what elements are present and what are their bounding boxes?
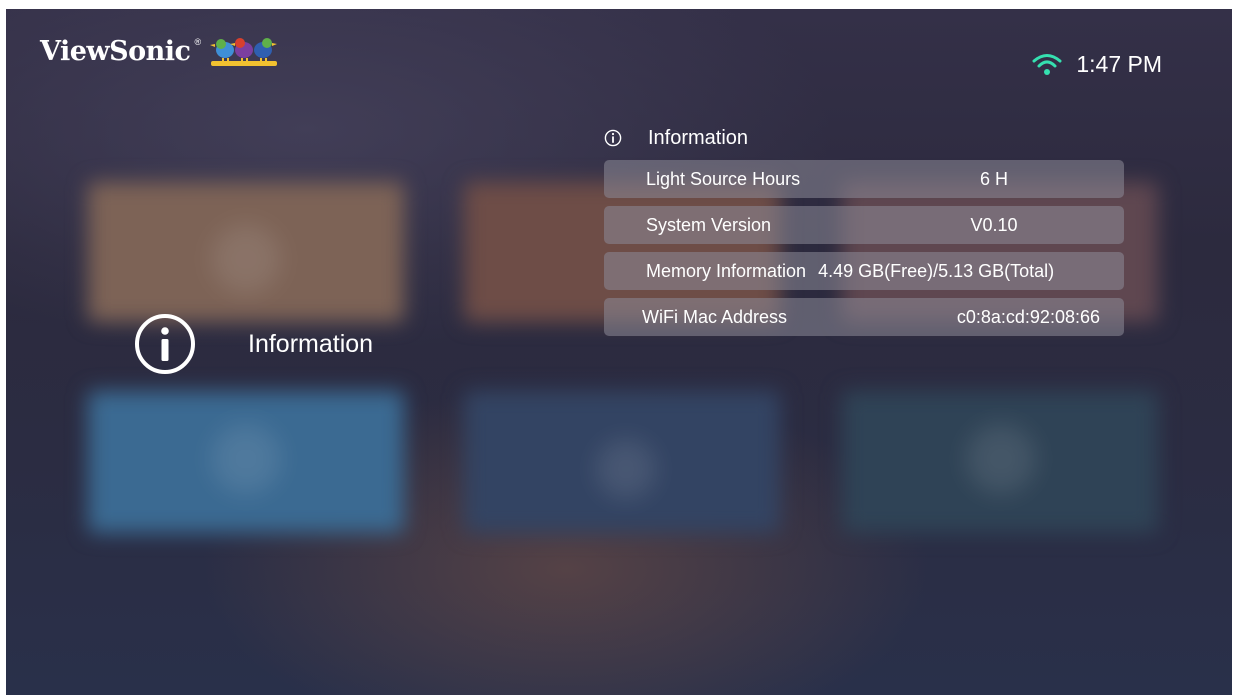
brand-logo: ViewSonic ®: [40, 31, 279, 71]
row-value: 6 H: [979, 168, 1009, 189]
projector-screen: ViewSonic ® 1:47 PM Information Informat…: [6, 9, 1232, 695]
row-value: 4.49 GB(Free)/5.13 GB(Total): [818, 260, 1055, 281]
info-icon: [604, 129, 622, 147]
panel-title: Information: [648, 126, 749, 149]
information-panel: Information Light Source Hours 6 H Syste…: [604, 124, 1124, 344]
info-row-wifi-mac-address[interactable]: WiFi Mac Address c0:8a:cd:92:08:66 ‌: [604, 298, 1124, 336]
background-tile-glyph: [966, 424, 1036, 494]
status-bar: 1:47 PM: [1032, 51, 1162, 78]
registered-mark: ®: [194, 37, 202, 47]
selected-menu-item[interactable]: Information: [134, 313, 373, 375]
row-label: Light Source Hours: [646, 168, 801, 189]
background-tile-glyph: [596, 439, 656, 499]
row-label: System Version: [646, 214, 772, 235]
background-tile-glyph: [211, 424, 281, 494]
row-value: c0:8a:cd:92:08:66: [956, 307, 1100, 327]
info-row-memory-information[interactable]: Memory Information 4.49 GB(Free)/5.13 GB…: [604, 252, 1124, 290]
info-icon: [135, 314, 195, 374]
row-label: WiFi Mac Address: [642, 307, 788, 327]
info-row-light-source-hours[interactable]: Light Source Hours 6 H: [604, 160, 1124, 198]
menu-item-label: Information: [248, 329, 374, 358]
info-row-system-version[interactable]: System Version V0.10: [604, 206, 1124, 244]
wifi-icon: [1032, 53, 1062, 75]
panel-header: Information: [604, 124, 1124, 152]
row-label: Memory Information: [646, 260, 807, 281]
row-value: V0.10: [970, 214, 1018, 235]
background-tile-glyph: [211, 224, 281, 294]
clock: 1:47 PM: [1076, 51, 1162, 77]
brand-name: ViewSonic: [40, 35, 191, 67]
viewsonic-birds-icon: [210, 38, 278, 66]
